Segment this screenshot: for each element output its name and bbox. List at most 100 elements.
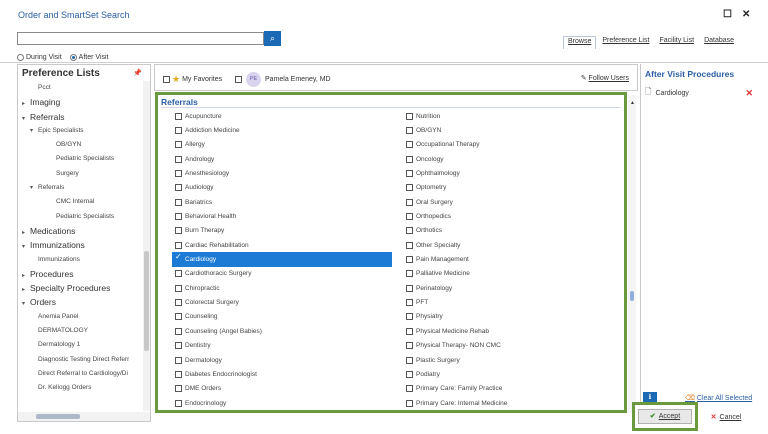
referral-item[interactable]: Optometry [403, 181, 623, 195]
left-vertical-scrollbar[interactable] [143, 81, 150, 411]
referral-checkbox[interactable] [406, 256, 413, 264]
referral-item[interactable]: Colorectal Surgery [172, 295, 392, 309]
referral-item[interactable]: Primary Care: Internal Medicine [403, 396, 623, 410]
tree-item[interactable]: Pediatric Specialists [18, 210, 144, 224]
referral-checkbox[interactable] [175, 299, 182, 307]
referral-checkbox[interactable] [406, 270, 413, 278]
referral-item[interactable]: Physical Therapy- NON CMC [403, 339, 623, 353]
referral-item[interactable]: Podiatry [403, 367, 623, 381]
accept-button[interactable]: ✔ Accept [638, 409, 692, 424]
provider-checkbox[interactable] [235, 76, 242, 83]
my-favorites[interactable]: ★ My Favorites [163, 74, 222, 85]
tree-item[interactable]: ▸ Procedures [18, 267, 144, 281]
referral-checkbox[interactable] [406, 313, 413, 321]
left-horizontal-scrollbar[interactable] [18, 412, 150, 421]
referral-checkbox[interactable] [406, 327, 413, 335]
referral-item[interactable]: Counseling (Angel Babies) [172, 324, 392, 338]
scroll-thumb[interactable] [630, 291, 634, 301]
referral-checkbox[interactable] [406, 299, 413, 307]
tree-item[interactable]: ▾ Immunizations [18, 238, 144, 252]
referral-checkbox[interactable] [406, 356, 413, 364]
scroll-thumb[interactable] [36, 414, 80, 419]
tree-item[interactable]: Surgery [18, 167, 144, 181]
referral-checkbox[interactable] [175, 184, 182, 192]
favorites-checkbox[interactable] [163, 76, 170, 83]
after-visit-label[interactable]: After Visit [79, 54, 109, 61]
referral-item[interactable]: Palliative Medicine [403, 267, 623, 281]
referral-checkbox[interactable] [175, 313, 182, 321]
tree-item[interactable]: DERMATOLOGY [18, 324, 144, 338]
referral-checkbox[interactable] [406, 342, 413, 350]
during-visit-radio[interactable] [17, 53, 24, 61]
referral-checkbox[interactable] [175, 155, 182, 163]
referral-item[interactable]: DME Orders [172, 382, 392, 396]
remove-icon[interactable]: ✕ [745, 88, 753, 99]
referral-checkbox[interactable] [175, 170, 182, 178]
chevron-down-icon[interactable]: ▾ [22, 240, 30, 254]
scroll-thumb[interactable] [144, 251, 149, 351]
referral-item[interactable]: Behavioral Health [172, 209, 392, 223]
cancel-button[interactable]: ✕ Cancel [703, 410, 749, 425]
referral-item[interactable]: Perinatology [403, 281, 623, 295]
tree-item[interactable]: Pediatric Specialists [18, 152, 144, 166]
during-visit-label[interactable]: During Visit [26, 54, 62, 61]
referral-item[interactable]: PFT [403, 295, 623, 309]
tree-item[interactable]: Diagnostic Testing Direct Referr [18, 353, 144, 367]
chevron-down-icon[interactable]: ▾ [30, 124, 38, 138]
referral-checkbox[interactable] [406, 370, 413, 378]
referral-item[interactable]: Counseling [172, 310, 392, 324]
referrals-scrollbar[interactable] [628, 95, 636, 413]
after-visit-radio[interactable] [69, 53, 77, 61]
referral-checkbox[interactable] [406, 227, 413, 235]
referral-item[interactable]: Physical Medicine Rehab [403, 324, 623, 338]
referral-checkbox[interactable] [406, 141, 413, 149]
referral-item[interactable]: Addiction Medicine [172, 123, 392, 137]
referral-item[interactable]: Endocrinology [172, 396, 392, 410]
referral-checkbox[interactable] [175, 270, 182, 278]
tab-browse[interactable]: Browse [563, 36, 597, 49]
referral-checkbox[interactable] [406, 155, 413, 163]
referral-checkbox[interactable] [406, 399, 413, 407]
referral-checkbox[interactable] [175, 356, 182, 364]
referral-checkbox[interactable] [175, 385, 182, 393]
referral-checkbox[interactable] [175, 241, 182, 249]
referral-checkbox[interactable] [175, 342, 182, 350]
referral-item[interactable]: Plastic Surgery [403, 353, 623, 367]
referral-item[interactable]: Physiatry [403, 310, 623, 324]
referral-checkbox[interactable] [175, 198, 182, 206]
referral-item[interactable]: Occupational Therapy [403, 138, 623, 152]
tree-item[interactable]: Direct Referral to Cardiology/Di [18, 367, 144, 381]
referral-item[interactable]: Diabetes Endocrinologist [172, 367, 392, 381]
tab-facility-list[interactable]: Facility List [655, 36, 698, 49]
referral-item[interactable]: Bariatrics [172, 195, 392, 209]
referral-item[interactable]: Allergy [172, 138, 392, 152]
referral-item[interactable]: Audiology [172, 181, 392, 195]
referral-item[interactable]: Burn Therapy [172, 224, 392, 238]
referral-item[interactable]: Ophthalmology [403, 166, 623, 180]
tree-item[interactable]: ▾ Epic Specialists [18, 124, 144, 138]
referral-item[interactable]: Anesthesiology [172, 166, 392, 180]
tree-item[interactable]: ▾ Referrals [18, 181, 144, 195]
referral-item[interactable]: Pain Management [403, 252, 623, 266]
referral-item[interactable]: Primary Care: Family Practice [403, 382, 623, 396]
referral-item[interactable]: Chiropractic [172, 281, 392, 295]
chevron-down-icon[interactable]: ▾ [22, 297, 30, 311]
referral-item[interactable]: Oncology [403, 152, 623, 166]
referral-checkbox[interactable] [175, 370, 182, 378]
referral-checkbox[interactable] [175, 112, 182, 120]
pin-icon[interactable]: 📌 [133, 69, 142, 77]
tree-item[interactable]: ▸ Imaging [18, 95, 144, 109]
tree-item[interactable]: ▾ Orders [18, 295, 144, 309]
provider-filter[interactable]: PE Pamela Emeney, MD [235, 72, 331, 87]
referral-item[interactable]: Dentistry [172, 339, 392, 353]
restore-icon[interactable]: ☐ [723, 9, 732, 20]
referral-item[interactable]: Andrology [172, 152, 392, 166]
referral-checkbox[interactable] [175, 327, 182, 335]
referral-item[interactable]: Orthopedics [403, 209, 623, 223]
tree-item[interactable]: Dr. Kellogg Orders [18, 381, 144, 395]
referral-item[interactable]: Cardiac Rehabilitation [172, 238, 392, 252]
referral-checkbox[interactable] [406, 127, 413, 135]
referral-checkbox[interactable] [175, 252, 182, 263]
tree-item[interactable]: ▸ Specialty Procedures [18, 281, 144, 295]
tree-item[interactable]: Pcct [18, 81, 144, 95]
